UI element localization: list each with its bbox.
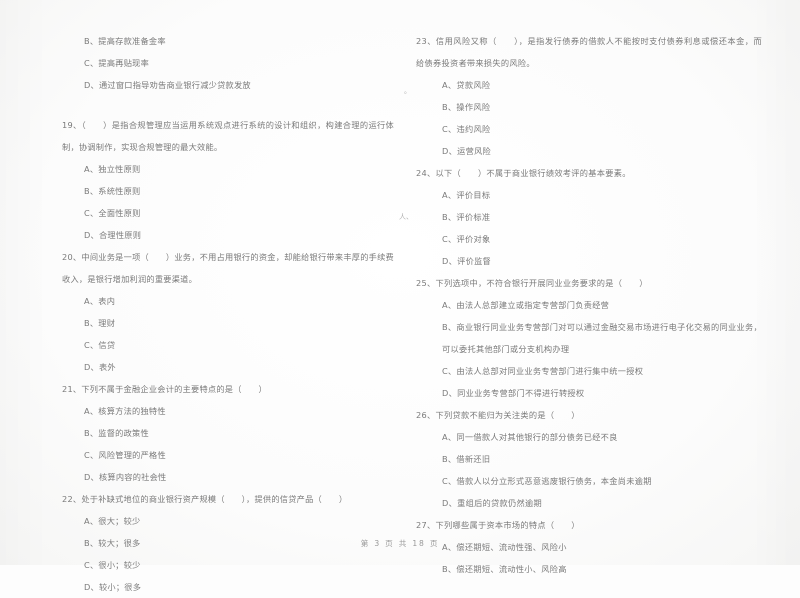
option-item: B、偿还期短、流动性小、风险高 <box>442 564 567 574</box>
option-item: C、由法人总部对同业业务专营部门进行集中统一授权 <box>442 366 644 376</box>
option-item: D、较小；很多 <box>84 582 142 592</box>
question-27: 27、下列哪些属于资本市场的特点（ ） <box>416 520 580 530</box>
question-26: 26、下列贷款不能归为关注类的是（ ） <box>416 410 580 420</box>
option-item: D、核算内容的社会性 <box>84 472 167 482</box>
right-column: 23、信用风险又称（ ），是指发行债券的借款人不能按时支付债券利息或偿还本金，而… <box>400 30 800 574</box>
option-item: B、系统性原则 <box>84 186 141 196</box>
left-column: B、提高存款准备金率 C、提高再贴现率 D、通过窗口指导劝告商业银行减少贷款发放… <box>0 30 400 592</box>
option-item: A、表内 <box>84 296 116 306</box>
option-item: A、评价目标 <box>442 190 491 200</box>
option-item: C、提高再贴现率 <box>84 58 150 68</box>
option-item: C、违约风险 <box>442 124 491 134</box>
question-20: 20、中间业务是一项（ ）业务，不用占用银行的资金，却能给银行带来丰厚的手续费收… <box>62 252 394 284</box>
option-item: D、重组后的贷款仍然逾期 <box>442 498 542 508</box>
option-item: C、信贷 <box>84 340 116 350</box>
option-item: C、借款人以分立形式恶意逃废银行债务，本金尚未逾期 <box>442 476 652 486</box>
option-item: B、评价标准 <box>442 212 491 222</box>
option-item: C、全面性原则 <box>84 208 141 218</box>
option-item: D、通过窗口指导劝告商业银行减少贷款发放 <box>84 80 251 90</box>
option-item: B、商业银行同业业务专营部门对可以通过金融交易市场进行电子化交易的同业业务，可以… <box>442 322 762 354</box>
question-22: 22、处于补缺式地位的商业银行资产规模（ ），提供的信贷产品（ ） <box>62 494 348 504</box>
option-item: B、借新还旧 <box>442 454 491 464</box>
option-item: A、由法人总部建立或指定专营部门负责经营 <box>442 300 610 310</box>
scan-stray-mark: 。 <box>404 87 411 95</box>
question-23: 23、信用风险又称（ ），是指发行债券的借款人不能按时支付债券利息或偿还本金，而… <box>416 36 762 68</box>
option-item: A、同一借款人对其他银行的部分债务已经不良 <box>442 432 618 442</box>
question-19: 19、（ ）是指合规管理应当运用系统观点进行系统的设计和组织，构建合理的运行体制… <box>62 120 394 152</box>
footer-page-indicator: 第 3 页 共 18 页 <box>360 539 440 548</box>
option-item: B、监督的政策性 <box>84 428 149 438</box>
option-item: D、表外 <box>84 362 116 372</box>
scanned-page: B、提高存款准备金率 C、提高再贴现率 D、通过窗口指导劝告商业银行减少贷款发放… <box>0 0 800 592</box>
option-item: C、很小；较少 <box>84 560 141 570</box>
option-item: C、评价对象 <box>442 234 491 244</box>
option-item: A、核算方法的独特性 <box>84 406 166 416</box>
option-item: A、很大；较少 <box>84 516 141 526</box>
option-item: A、独立性原则 <box>84 164 141 174</box>
two-column-body: B、提高存款准备金率 C、提高再贴现率 D、通过窗口指导劝告商业银行减少贷款发放… <box>0 30 800 592</box>
option-item: A、贷款风险 <box>442 80 491 90</box>
option-item: B、操作风险 <box>442 102 491 112</box>
option-item: B、提高存款准备金率 <box>84 36 166 46</box>
option-item: D、运营风险 <box>442 146 492 156</box>
question-21: 21、下列不属于金融企业会计的主要特点的是（ ） <box>62 384 267 394</box>
option-item: C、风险管理的严格性 <box>84 450 166 460</box>
option-item: D、同业业务专营部门不得进行转授权 <box>442 388 585 398</box>
option-item: D、合理性原则 <box>84 230 142 240</box>
option-item: D、评价监督 <box>442 256 492 266</box>
question-24: 24、以下（ ）不属于商业银行绩效考评的基本要素。 <box>416 168 631 178</box>
question-25: 25、下列选项中，不符合银行开展同业业务要求的是（ ） <box>416 278 648 288</box>
page-footer: 第 3 页 共 18 页 <box>0 538 800 549</box>
option-item: B、理财 <box>84 318 116 328</box>
scan-stray-mark: 人、 <box>399 213 413 221</box>
